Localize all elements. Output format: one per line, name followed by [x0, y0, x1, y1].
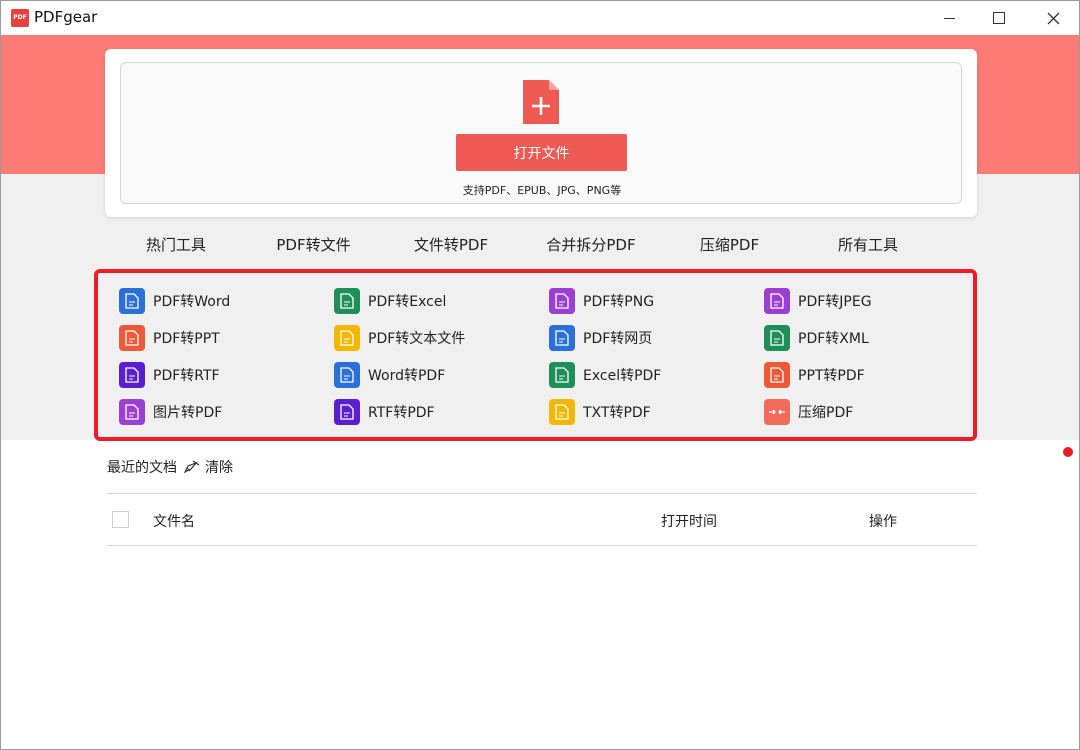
column-header-open-time[interactable]: 打开时间 [661, 511, 717, 531]
tool-label: 压缩PDF [798, 405, 854, 421]
pdf-to-jpeg-icon [764, 288, 790, 314]
pdf-to-png-icon [549, 288, 575, 314]
tool-item[interactable]: PDF转PPT [119, 325, 220, 351]
tool-label: PDF转Excel [368, 294, 447, 310]
tool-item[interactable]: PDF转JPEG [764, 288, 872, 314]
tool-item[interactable]: RTF转PDF [334, 399, 435, 425]
app-title: PDFgear [34, 8, 98, 26]
tool-label: PDF转JPEG [798, 294, 872, 310]
pdf-to-text-icon [334, 325, 360, 351]
all-tools-panel: PDF转Word PDF转Excel PDF转PNG PDF转JPEG PDF转PPT P… [94, 269, 977, 441]
app-window: PDF PDFgear 打开文件 支持PDF、EPUB、JPG、PNG等 热门工… [0, 0, 1080, 750]
tool-label: PDF转RTF [153, 368, 220, 384]
image-to-pdf-icon [119, 399, 145, 425]
clear-recent-button[interactable]: 清除 [184, 457, 233, 477]
tool-tabs: 热门工具 PDF转文件 文件转PDF 合并拆分PDF 压缩PDF 所有工具 [106, 227, 976, 271]
close-button[interactable] [1027, 1, 1079, 35]
tool-label: 图片转PDF [153, 405, 223, 421]
close-icon [1047, 12, 1059, 24]
tool-label: PDF转PPT [153, 331, 220, 347]
minimize-button[interactable] [923, 1, 975, 35]
tool-label: PDF转PNG [583, 294, 655, 310]
column-header-actions: 操作 [869, 514, 897, 530]
table-divider-bottom [107, 545, 977, 546]
tool-item[interactable]: PDF转Word [119, 288, 230, 314]
tool-item[interactable]: PDF转Excel [334, 288, 446, 314]
rtf-to-pdf-icon [334, 399, 360, 425]
tool-item[interactable]: PDF转XML [764, 325, 869, 351]
tool-item[interactable]: Excel转PDF [549, 362, 661, 388]
maximize-icon [993, 12, 1005, 24]
compress-pdf-icon [764, 399, 790, 425]
tool-item[interactable]: 图片转PDF [119, 399, 222, 425]
open-file-button[interactable]: 打开文件 [456, 134, 627, 171]
excel-to-pdf-icon [549, 362, 575, 388]
txt-to-pdf-icon [549, 399, 575, 425]
ppt-to-pdf-icon [764, 362, 790, 388]
tool-item[interactable]: PDF转网页 [549, 325, 652, 351]
recent-docs-title: 最近的文档 [107, 460, 177, 476]
pdf-to-html-icon [549, 325, 575, 351]
tool-label: PDF转文本文件 [368, 331, 466, 347]
tool-label: PDF转Word [153, 294, 231, 310]
app-logo: PDF [11, 9, 29, 27]
open-file-card: 打开文件 支持PDF、EPUB、JPG、PNG等 [105, 49, 977, 217]
tool-item[interactable]: TXT转PDF [549, 399, 651, 425]
tool-item[interactable]: PDF转RTF [119, 362, 220, 388]
tab-compress-pdf[interactable]: 压缩PDF [661, 227, 798, 269]
pdf-to-rtf-icon [119, 362, 145, 388]
tool-item[interactable]: 压缩PDF [764, 399, 853, 425]
tool-label: PDF转网页 [583, 331, 653, 347]
file-drop-zone[interactable]: 打开文件 支持PDF、EPUB、JPG、PNG等 [120, 62, 962, 204]
add-file-icon[interactable] [523, 80, 559, 124]
maximize-button[interactable] [973, 1, 1025, 35]
tool-label: TXT转PDF [583, 405, 651, 421]
pdf-to-ppt-icon [119, 325, 145, 351]
select-all-checkbox[interactable] [112, 511, 129, 528]
tab-all-tools[interactable]: 所有工具 [822, 227, 914, 271]
tool-label: PDF转XML [798, 331, 869, 347]
tool-item[interactable]: Word转PDF [334, 362, 445, 388]
tool-label: Word转PDF [368, 368, 446, 384]
table-divider-top [107, 493, 977, 494]
tab-hot-tools[interactable]: 热门工具 [106, 227, 246, 269]
tool-item[interactable]: PDF转PNG [549, 288, 654, 314]
pdf-to-excel-icon [334, 288, 360, 314]
tab-pdf-to-file[interactable]: PDF转文件 [246, 227, 381, 269]
title-bar: PDF PDFgear [1, 1, 1079, 35]
tab-file-to-pdf[interactable]: 文件转PDF [381, 227, 521, 269]
tool-label: RTF转PDF [368, 405, 435, 421]
tool-label: Excel转PDF [583, 368, 662, 384]
notification-dot[interactable] [1063, 447, 1073, 457]
tab-merge-split-pdf[interactable]: 合并拆分PDF [521, 227, 661, 269]
column-header-filename[interactable]: 文件名 [153, 511, 195, 531]
clear-label: 清除 [205, 460, 233, 476]
tool-item[interactable]: PDF转文本文件 [334, 325, 465, 351]
broom-icon [184, 460, 200, 474]
tool-item[interactable]: PPT转PDF [764, 362, 865, 388]
pdf-to-word-icon [119, 288, 145, 314]
supported-formats-text: 支持PDF、EPUB、JPG、PNG等 [462, 184, 622, 197]
word-to-pdf-icon [334, 362, 360, 388]
pdf-to-xml-icon [764, 325, 790, 351]
tool-label: PPT转PDF [798, 368, 865, 384]
minimize-icon [943, 17, 955, 19]
